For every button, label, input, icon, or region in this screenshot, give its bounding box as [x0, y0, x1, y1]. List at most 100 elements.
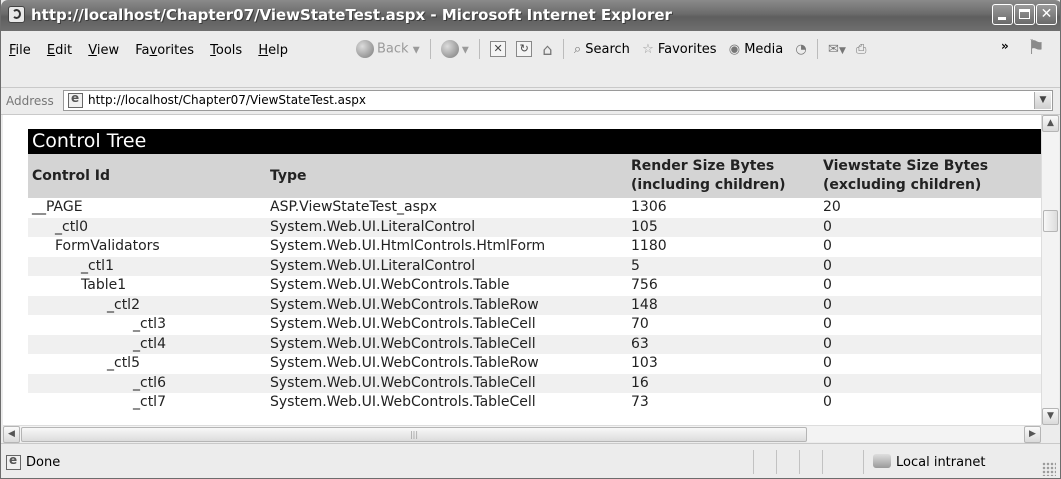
search-icon: ⌕ — [573, 41, 582, 57]
table-row: _ctl1 System.Web.UI.LiteralControl 5 0 — [28, 256, 1041, 276]
stop-icon[interactable]: ✕ — [490, 41, 507, 57]
cell-viewstate-size: 0 — [819, 217, 1041, 237]
ie-app-icon[interactable] — [8, 6, 25, 23]
table-row: _ctl7 System.Web.UI.WebControls.TableCel… — [28, 393, 1041, 413]
column-header-viewstate-size: Viewstate Size Bytes (excluding children… — [819, 154, 1041, 198]
menu-edit[interactable]: Edit — [47, 43, 72, 58]
cell-control-id: _ctl1 — [28, 256, 266, 276]
cell-render-size: 105 — [627, 217, 819, 237]
cell-control-id: FormValidators — [55, 238, 160, 255]
cell-control-id: _ctl6 — [28, 373, 266, 393]
control-tree-table: Control Id Type Render Size Bytes (inclu… — [28, 154, 1041, 413]
cell-render-size: 756 — [631, 277, 658, 294]
status-panel-divider — [753, 450, 754, 474]
home-icon[interactable]: ⌂ — [542, 40, 552, 59]
horizontal-scroll-thumb[interactable]: ||| — [21, 427, 807, 442]
table-row: _ctl0 System.Web.UI.LiteralControl 105 0 — [28, 217, 1041, 237]
cell-viewstate-size: 0 — [819, 373, 1041, 393]
cell-type: System.Web.UI.WebControls.TableCell — [266, 373, 627, 393]
cell-render-size: 63 — [627, 334, 819, 354]
status-panel-divider — [799, 450, 800, 474]
cell-viewstate-size: 0 — [823, 277, 832, 294]
navigation-toolbar: Back ▼ ▼ ✕ ↻ ⌂ ⌕ Search ☆ Favorites ◉ Me… — [356, 39, 866, 59]
cell-render-size: 103 — [631, 355, 658, 372]
table-row: __PAGE ASP.ViewStateTest_aspx 1306 20 — [28, 198, 1041, 218]
refresh-icon[interactable]: ↻ — [516, 41, 533, 57]
address-input[interactable]: http://localhost/Chapter07/ViewStateTest… — [63, 90, 1053, 111]
search-button[interactable]: ⌕ Search — [574, 42, 630, 57]
menu-help[interactable]: Help — [258, 43, 288, 58]
maximize-button[interactable] — [1014, 4, 1035, 25]
mail-icon[interactable]: ✉▼ — [828, 42, 846, 57]
cell-control-id: _ctl3 — [133, 316, 166, 333]
column-header-control-id: Control Id — [28, 154, 266, 198]
close-button[interactable]: ✕ — [1036, 4, 1057, 25]
cell-control-id: _ctl0 — [28, 217, 266, 237]
cell-render-size: 148 — [627, 295, 819, 315]
control-tree-heading: Control Tree — [28, 129, 1041, 154]
forward-button[interactable]: ▼ — [440, 40, 469, 58]
menu-file[interactable]: File — [9, 43, 31, 58]
menu-tools[interactable]: Tools — [210, 43, 242, 58]
address-dropdown-button[interactable]: ▼ — [1034, 92, 1051, 109]
media-button[interactable]: ◉ Media — [729, 42, 784, 57]
address-bar: Address http://localhost/Chapter07/ViewS… — [1, 88, 1060, 115]
toolbar-separator — [429, 39, 431, 59]
scroll-right-button[interactable]: ▶ — [1024, 426, 1041, 443]
cell-render-size: 73 — [631, 394, 649, 411]
star-icon: ☆ — [642, 41, 654, 57]
vertical-scroll-thumb[interactable] — [1043, 210, 1058, 232]
cell-control-id: _ctl7 — [133, 394, 166, 411]
cell-viewstate-size: 0 — [819, 256, 1041, 276]
page-content: Control Tree Control Id Type Render Size… — [3, 115, 1041, 425]
cell-render-size: 1180 — [631, 238, 667, 255]
cell-viewstate-size: 0 — [823, 355, 832, 372]
cell-type: System.Web.UI.WebControls.Table — [270, 277, 510, 294]
table-row: FormValidators System.Web.UI.HtmlControl… — [28, 237, 1041, 257]
table-row: _ctl5 System.Web.UI.WebControls.TableRow… — [28, 354, 1041, 374]
cell-viewstate-size: 0 — [823, 316, 832, 333]
menu-view[interactable]: View — [88, 43, 119, 58]
vertical-scrollbar[interactable]: ▲ ▼ — [1041, 115, 1059, 425]
browser-window: http://localhost/Chapter07/ViewStateTest… — [0, 0, 1061, 479]
status-panel-divider — [822, 450, 823, 474]
column-header-render-size: Render Size Bytes (including children) — [627, 154, 819, 198]
cell-control-id: _ctl2 — [28, 295, 266, 315]
scroll-up-button[interactable]: ▲ — [1042, 115, 1059, 132]
cell-render-size: 16 — [627, 373, 819, 393]
cell-type: System.Web.UI.WebControls.TableCell — [266, 334, 627, 354]
menu-favorites[interactable]: Favorites — [135, 43, 194, 58]
title-bar[interactable]: http://localhost/Chapter07/ViewStateTest… — [1, 0, 1060, 31]
page-icon — [68, 91, 83, 108]
table-row: _ctl4 System.Web.UI.WebControls.TableCel… — [28, 334, 1041, 354]
back-arrow-icon — [356, 40, 374, 58]
menu-bar: File Edit View Favorites Tools Help Back… — [1, 31, 1060, 88]
favorites-button[interactable]: ☆ Favorites — [642, 42, 717, 57]
cell-type: System.Web.UI.LiteralControl — [266, 256, 627, 276]
resize-grip[interactable] — [1042, 462, 1056, 476]
menu-items: File Edit View Favorites Tools Help — [1, 43, 292, 58]
toolbar-separator — [816, 39, 818, 59]
column-header-type: Type — [266, 154, 627, 198]
cell-type: System.Web.UI.WebControls.TableCell — [270, 394, 536, 411]
cell-type: System.Web.UI.WebControls.TableRow — [270, 355, 539, 372]
intranet-zone-icon — [873, 454, 891, 468]
toolbar-separator — [478, 39, 480, 59]
forward-arrow-icon — [440, 40, 459, 58]
history-icon[interactable]: ◔ — [795, 42, 806, 57]
table-row: _ctl2 System.Web.UI.WebControls.TableRow… — [28, 295, 1041, 315]
minimize-button[interactable] — [992, 4, 1013, 25]
cell-viewstate-size: 20 — [823, 199, 841, 216]
scroll-left-button[interactable]: ◀ — [3, 426, 20, 443]
cell-control-id: Table1 — [81, 277, 127, 294]
cell-viewstate-size: 0 — [823, 238, 832, 255]
horizontal-scrollbar[interactable]: ◀ ||| ▶ — [3, 425, 1041, 443]
toolbar-overflow-chevron[interactable]: » — [1001, 39, 1009, 53]
print-icon[interactable]: ⎙ — [856, 42, 866, 57]
media-icon: ◉ — [728, 41, 741, 57]
scroll-down-button[interactable]: ▼ — [1042, 408, 1059, 425]
address-url[interactable]: http://localhost/Chapter07/ViewStateTest… — [88, 93, 366, 107]
cell-type: System.Web.UI.HtmlControls.HtmlForm — [270, 238, 546, 255]
cell-render-size: 70 — [631, 316, 649, 333]
back-button[interactable]: Back ▼ — [356, 40, 420, 58]
